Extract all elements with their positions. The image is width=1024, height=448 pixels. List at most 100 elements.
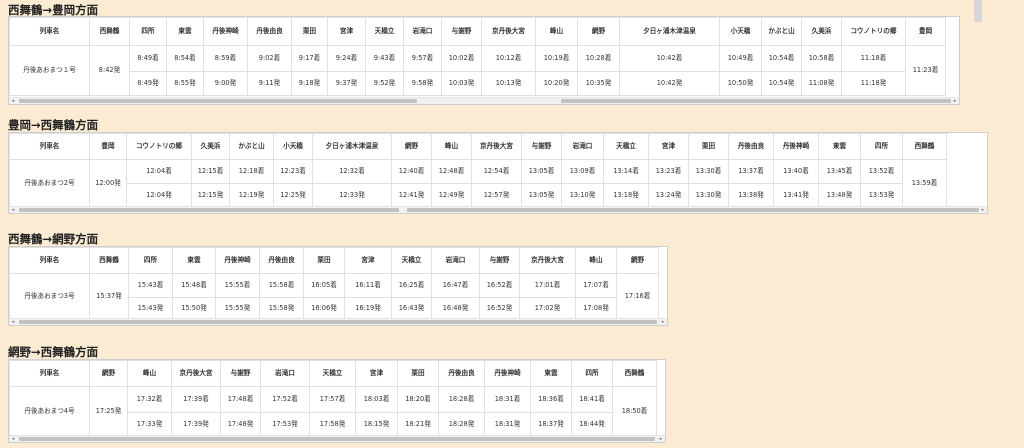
train-name-cell: 丹後あおまつ１号	[9, 45, 90, 96]
departure-time-cell: 17:39発	[171, 412, 221, 437]
arrival-time-cell: 9:02着	[247, 45, 292, 72]
station-header: 京丹後大宮	[171, 360, 221, 387]
departure-time-cell: 17:53発	[260, 412, 310, 437]
train-name-cell: 丹後あおまつ4号	[9, 386, 90, 437]
departure-time-cell: 18:28発	[438, 412, 485, 437]
departure-time-cell: 16:06発	[303, 297, 345, 320]
arrival-time-cell: 9:43着	[365, 45, 404, 72]
station-header: 京丹後大宮	[481, 17, 536, 46]
arrival-time-cell: 12:18着	[229, 159, 274, 184]
horizontal-scrollbar[interactable]: ◂ ▸	[9, 435, 665, 442]
station-header: 丹後神崎	[773, 133, 819, 160]
scroll-left-icon[interactable]: ◂	[9, 319, 17, 325]
station-header: 丹後神崎	[203, 17, 248, 46]
scroll-left-icon[interactable]: ◂	[9, 436, 17, 442]
scroll-right-icon[interactable]: ▸	[979, 207, 987, 213]
station-header: 西舞鶴	[902, 133, 947, 160]
origin-departure-cell: 15:37発	[89, 273, 129, 320]
station-header: かぶと山	[761, 17, 802, 46]
station-header: 栗田	[397, 360, 439, 387]
departure-time-cell: 9:18発	[291, 71, 328, 96]
departure-time-cell: 18:44発	[571, 412, 613, 437]
horizontal-scrollbar[interactable]: ◂ ▸	[9, 318, 667, 325]
station-header-row: 列車名 網野 峰山 京丹後大宮 与謝野 岩滝口 天橋立 宮津 栗田 丹後由良 丹後神崎 東雲 四所 西舞鶴	[9, 360, 657, 387]
origin-departure-cell: 12:00発	[89, 159, 127, 208]
station-header: 久美浜	[801, 17, 842, 46]
arrival-time-cell: 8:59着	[203, 45, 248, 72]
arrival-time-cell: 10:02着	[441, 45, 482, 72]
departure-time-cell: 13:24発	[648, 183, 689, 208]
station-header: 峰山	[535, 17, 578, 46]
scroll-right-icon[interactable]: ▸	[657, 436, 665, 442]
station-header: 四所	[571, 360, 613, 387]
station-header: 宮津	[355, 360, 398, 387]
station-header: 与謝野	[441, 17, 482, 46]
arrival-time-cell: 10:12着	[481, 45, 536, 72]
station-header: 与謝野	[479, 247, 520, 274]
arrival-time-cell: 8:49着	[129, 45, 167, 72]
station-header: コウノトリの郷	[126, 133, 192, 160]
arrival-time-cell: 17:48着	[220, 386, 261, 413]
arrival-time-cell: 18:20着	[397, 386, 439, 413]
arrival-time-cell: 13:30着	[688, 159, 729, 184]
arrival-time-cell: 15:48着	[172, 273, 216, 298]
departure-time-cell: 9:00発	[203, 71, 248, 96]
terminal-arrival-cell: 11:23着	[905, 45, 946, 96]
timetable-scroll-box[interactable]: 列車名 西舞鶴 四所 東雲 丹後神崎 丹後由良 栗田 宮津 天橋立 岩滝口 与謝野 京丹後大宮 峰山 網野…	[8, 246, 668, 326]
scrollbar-thumb-right[interactable]	[561, 99, 951, 103]
station-header: 岩滝口	[561, 133, 604, 160]
scroll-left-icon[interactable]: ◂	[9, 98, 17, 104]
horizontal-scrollbar[interactable]: ◂ ▸	[9, 97, 959, 104]
timetable-scroll-box[interactable]: 列車名 西舞鶴 四所 東雲 丹後神崎 丹後由良 栗田 宮津 天橋立 岩滝口 与謝野 京丹後大宮 峰山 網野…	[8, 16, 960, 105]
arrival-time-cell: 13:09着	[561, 159, 604, 184]
timetable-table: 列車名 網野 峰山 京丹後大宮 与謝野 岩滝口 天橋立 宮津 栗田 丹後由良 丹後神崎 東雲 四所 西舞鶴…	[9, 360, 657, 437]
arrival-time-cell: 18:31着	[484, 386, 531, 413]
station-header: 峰山	[575, 247, 617, 274]
departure-time-cell: 10:54発	[761, 71, 802, 96]
arrival-row: 丹後あおまつ１号 8:42発 8:49着 8:54着 8:59着 9:02着 9:17着 9:…	[9, 45, 946, 96]
station-header: 岩滝口	[403, 17, 442, 46]
scrollbar-thumb[interactable]	[19, 437, 655, 441]
page-scroll-indicator[interactable]	[974, 0, 982, 22]
arrival-time-cell: 13:23着	[648, 159, 689, 184]
station-header: 宮津	[648, 133, 689, 160]
arrival-time-cell: 10:19着	[535, 45, 578, 72]
station-header: 網野	[391, 133, 432, 160]
departure-time-cell: 12:25発	[273, 183, 313, 208]
station-header: 天橋立	[365, 17, 404, 46]
arrival-time-cell: 12:04着	[126, 159, 192, 184]
station-header: コウノトリの郷	[841, 17, 906, 46]
station-header-row: 列車名 西舞鶴 四所 東雲 丹後神崎 丹後由良 栗田 宮津 天橋立 岩滝口 与謝野 京丹後大宮 峰山 網野	[9, 247, 659, 274]
arrival-time-cell: 13:52着	[860, 159, 903, 184]
arrival-time-cell: 9:24着	[327, 45, 366, 72]
arrival-time-cell: 15:43着	[128, 273, 173, 298]
scrollbar-thumb[interactable]	[19, 320, 657, 324]
arrival-time-cell: 9:17着	[291, 45, 328, 72]
arrival-time-cell: 13:40着	[773, 159, 819, 184]
scroll-right-icon[interactable]: ▸	[659, 319, 667, 325]
scroll-right-icon[interactable]: ▸	[951, 98, 959, 104]
arrival-time-cell: 16:25着	[391, 273, 432, 298]
station-header: 丹後神崎	[484, 360, 531, 387]
timetable-scroll-box[interactable]: 列車名 網野 峰山 京丹後大宮 与謝野 岩滝口 天橋立 宮津 栗田 丹後由良 丹後神崎 東雲 四所 西舞鶴…	[8, 359, 666, 443]
horizontal-scrollbar[interactable]: ◂ ▸	[9, 206, 987, 213]
station-header: 小天橋	[719, 17, 762, 46]
scrollbar-thumb-right[interactable]	[407, 208, 979, 212]
scrollbar-thumb[interactable]	[19, 99, 417, 103]
station-header: 西舞鶴	[612, 360, 657, 387]
station-header: 天橋立	[391, 247, 432, 274]
scrollbar-thumb[interactable]	[19, 208, 399, 212]
departure-time-cell: 10:03発	[441, 71, 482, 96]
station-header: 久美浜	[191, 133, 230, 160]
section-title: 豊岡→西舞鶴方面	[8, 118, 99, 132]
departure-time-cell: 18:31発	[484, 412, 531, 437]
departure-time-cell: 9:58発	[403, 71, 442, 96]
station-header: 四所	[128, 247, 173, 274]
arrival-time-cell: 18:36着	[530, 386, 572, 413]
departure-row: 12:04発 12:15発 12:19発 12:25発 12:33発 12:41発 12:4…	[10, 183, 947, 208]
arrival-row: 丹後あおまつ2号 12:00発 12:04着 12:15着 12:18着 12:23着 12…	[9, 159, 947, 208]
scroll-left-icon[interactable]: ◂	[9, 207, 17, 213]
arrival-time-cell: 10:49着	[719, 45, 762, 72]
timetable-scroll-box[interactable]: 列車名 豊岡 コウノトリの郷 久美浜 かぶと山 小天橋 夕日ヶ浦木津温泉 網野 峰山 京丹後大宮与…	[8, 132, 988, 214]
departure-time-cell: 15:43発	[128, 297, 173, 320]
